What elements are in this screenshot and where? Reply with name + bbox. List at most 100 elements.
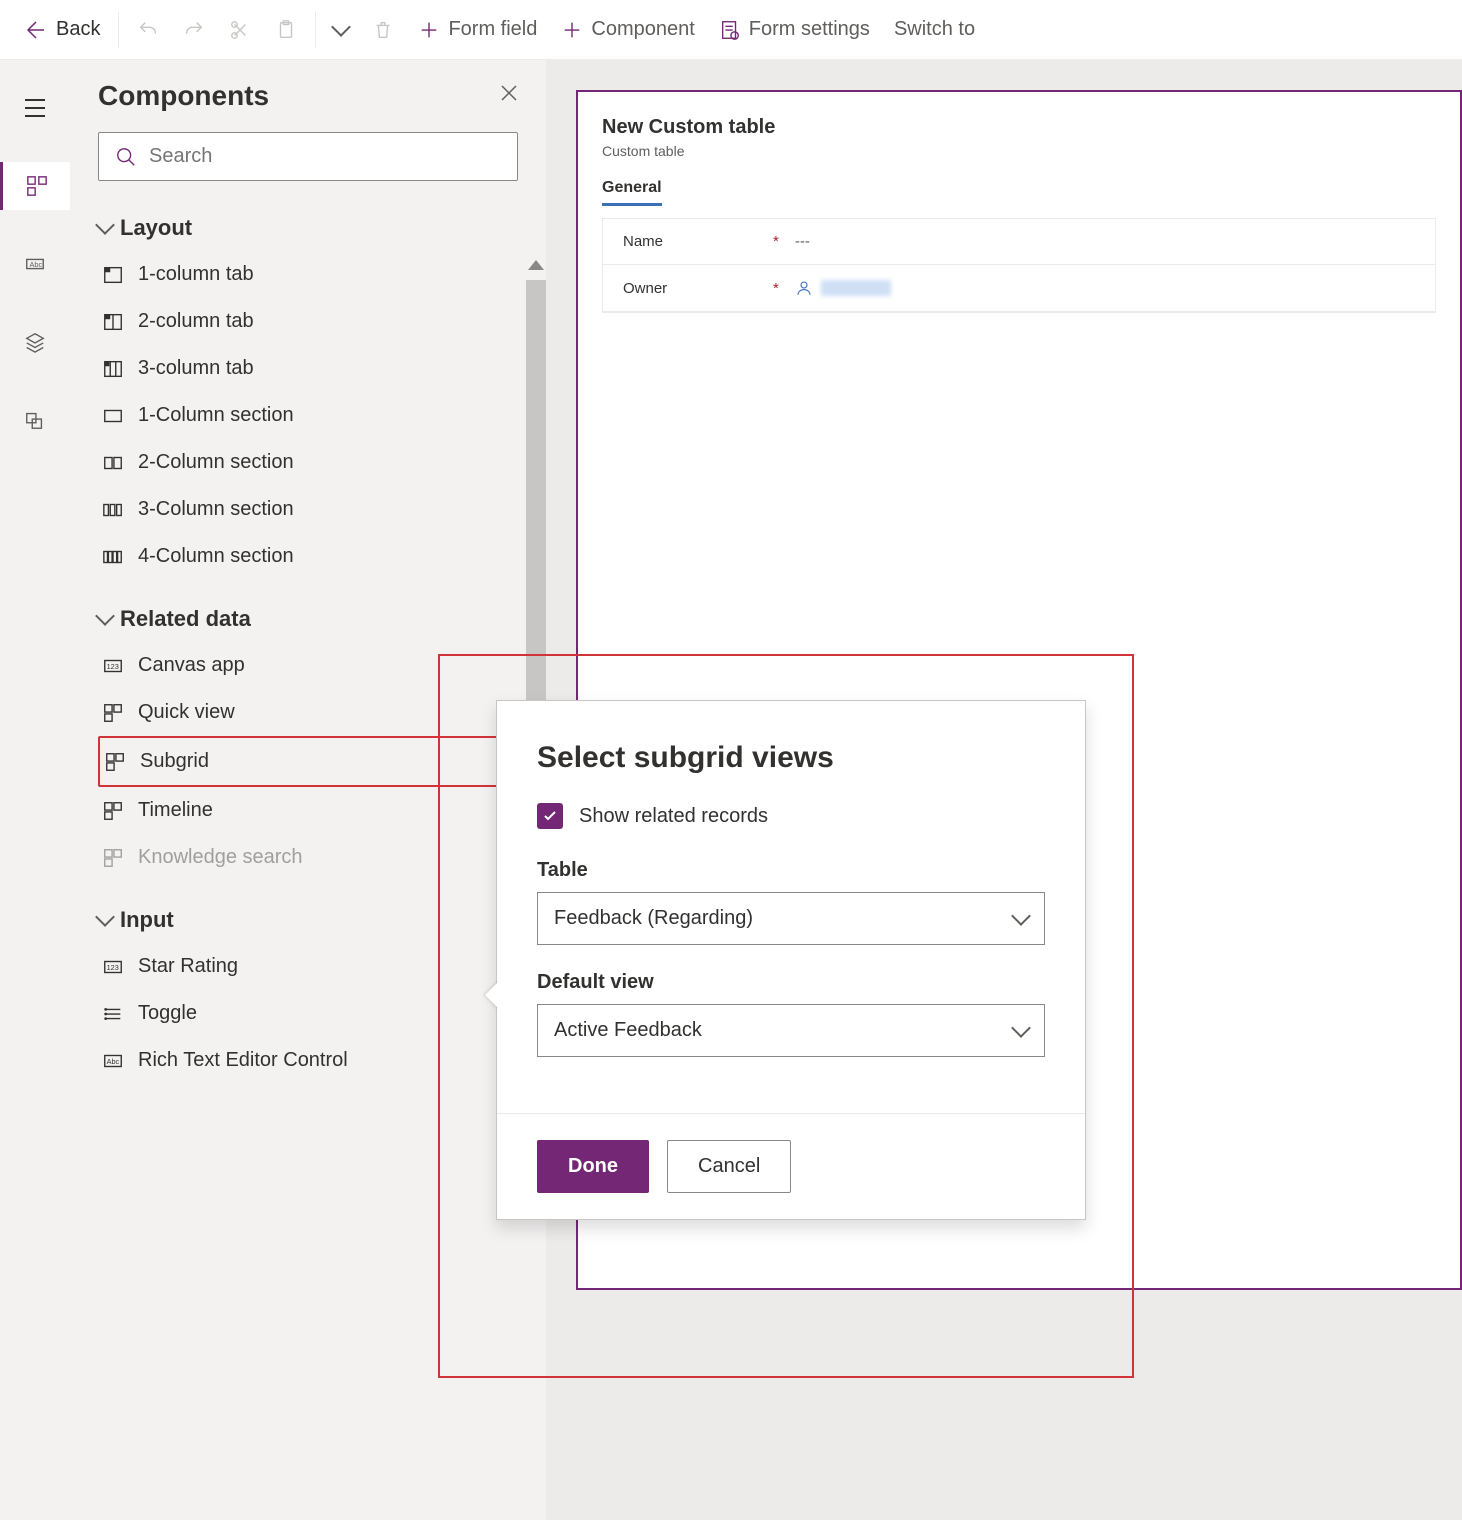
cut-button[interactable] <box>217 11 263 49</box>
hamburger-button[interactable] <box>0 84 70 132</box>
components-panel: Components Layout 1-column tab 2-column … <box>70 60 546 1520</box>
scroll-up-arrow[interactable] <box>528 260 544 270</box>
undo-button[interactable] <box>125 11 171 49</box>
subgrid-icon <box>104 751 126 773</box>
paste-dropdown[interactable] <box>322 18 360 42</box>
search-input[interactable] <box>149 145 501 168</box>
knowledge-search-icon <box>102 847 124 869</box>
component-label: Component <box>591 18 694 41</box>
required-icon: * <box>773 280 779 297</box>
svg-text:123: 123 <box>107 962 119 971</box>
back-button[interactable]: Back <box>12 10 112 50</box>
table-select-value: Feedback (Regarding) <box>554 907 753 930</box>
svg-text:123: 123 <box>107 661 119 670</box>
comp-canvas-app[interactable]: 123 Canvas app <box>98 642 518 689</box>
view-select-label: Default view <box>537 971 1045 994</box>
svg-text:Abc: Abc <box>107 1056 120 1065</box>
toggle-icon <box>102 1003 124 1025</box>
three-col-section-icon <box>102 499 124 521</box>
comp-2col-section[interactable]: 2-Column section <box>98 439 518 486</box>
comp-timeline[interactable]: Timeline <box>98 787 518 834</box>
back-arrow-icon <box>24 18 48 42</box>
panel-close-button[interactable] <box>500 84 518 108</box>
field-rail-icon: Abc <box>24 253 46 275</box>
components-rail-icon <box>26 175 48 197</box>
comp-label: Knowledge search <box>138 846 303 869</box>
section-layout-header[interactable]: Layout <box>98 205 518 251</box>
plus-icon <box>561 19 583 41</box>
comp-toggle[interactable]: Toggle <box>98 990 518 1037</box>
comp-subgrid[interactable]: Subgrid <box>98 736 518 787</box>
form-tab-general[interactable]: General <box>602 179 662 206</box>
top-toolbar: Back Form field Component Form settings … <box>0 0 1462 60</box>
section-input-label: Input <box>120 907 174 933</box>
chevron-down-icon <box>1011 1018 1031 1038</box>
comp-1col-section[interactable]: 1-Column section <box>98 392 518 439</box>
rail-fields[interactable]: Abc <box>11 240 59 288</box>
table-select[interactable]: Feedback (Regarding) <box>537 892 1045 945</box>
comp-rich-text[interactable]: Abc Rich Text Editor Control <box>98 1037 518 1084</box>
delete-button[interactable] <box>360 11 406 49</box>
table-select-label: Table <box>537 859 1045 882</box>
cancel-button[interactable]: Cancel <box>667 1140 791 1193</box>
paste-button[interactable] <box>263 11 309 49</box>
show-related-label: Show related records <box>579 805 768 828</box>
view-select[interactable]: Active Feedback <box>537 1004 1045 1057</box>
show-related-checkbox-row[interactable]: Show related records <box>537 803 1045 829</box>
comp-3col-section[interactable]: 3-Column section <box>98 486 518 533</box>
comp-3col-tab[interactable]: 3-column tab <box>98 345 518 392</box>
one-col-tab-icon <box>102 264 124 286</box>
rail-tree[interactable] <box>11 318 59 366</box>
section-layout-label: Layout <box>120 215 192 241</box>
field-owner[interactable]: Owner * <box>603 265 1435 312</box>
rail-components[interactable] <box>0 162 70 210</box>
comp-2col-tab[interactable]: 2-column tab <box>98 298 518 345</box>
check-icon <box>542 808 558 824</box>
library-icon <box>24 409 46 431</box>
rail-library[interactable] <box>11 396 59 444</box>
comp-label: Canvas app <box>138 654 245 677</box>
add-component-button[interactable]: Component <box>549 10 706 49</box>
three-col-tab-icon <box>102 358 124 380</box>
clipboard-icon <box>275 19 297 41</box>
back-label: Back <box>56 18 100 41</box>
redo-button[interactable] <box>171 11 217 49</box>
layers-icon <box>24 331 46 353</box>
comp-label: 2-column tab <box>138 310 254 333</box>
form-title: New Custom table <box>602 116 1436 139</box>
person-icon <box>795 279 813 297</box>
form-subtitle: Custom table <box>602 143 1436 159</box>
comp-label: 1-Column section <box>138 404 294 427</box>
rich-text-icon: Abc <box>102 1050 124 1072</box>
switch-button[interactable]: Switch to <box>882 10 987 49</box>
comp-quick-view[interactable]: Quick view <box>98 689 518 736</box>
show-related-checkbox[interactable] <box>537 803 563 829</box>
add-form-field-button[interactable]: Form field <box>406 10 549 49</box>
field-name-label: Name <box>623 233 773 250</box>
section-related-label: Related data <box>120 606 251 632</box>
view-select-value: Active Feedback <box>554 1019 702 1042</box>
form-settings-label: Form settings <box>749 18 870 41</box>
toolbar-divider <box>315 12 316 48</box>
chevron-down-icon <box>95 215 115 235</box>
undo-icon <box>137 19 159 41</box>
search-icon <box>115 146 137 168</box>
comp-1col-tab[interactable]: 1-column tab <box>98 251 518 298</box>
form-field-label: Form field <box>448 18 537 41</box>
done-button[interactable]: Done <box>537 1140 649 1193</box>
section-input-header[interactable]: Input <box>98 897 518 943</box>
popover-title: Select subgrid views <box>537 741 1045 775</box>
field-owner-value <box>795 279 891 297</box>
form-fields: Name * --- Owner * <box>602 218 1436 313</box>
comp-label: Star Rating <box>138 955 238 978</box>
hamburger-icon <box>24 99 46 117</box>
comp-knowledge-search: Knowledge search <box>98 834 518 881</box>
comp-star-rating[interactable]: 123 Star Rating <box>98 943 518 990</box>
search-box[interactable] <box>98 132 518 181</box>
comp-4col-section[interactable]: 4-Column section <box>98 533 518 580</box>
form-settings-button[interactable]: Form settings <box>707 10 882 49</box>
section-related-header[interactable]: Related data <box>98 596 518 642</box>
field-name[interactable]: Name * --- <box>603 219 1435 265</box>
one-col-section-icon <box>102 405 124 427</box>
panel-title: Components <box>98 80 269 112</box>
